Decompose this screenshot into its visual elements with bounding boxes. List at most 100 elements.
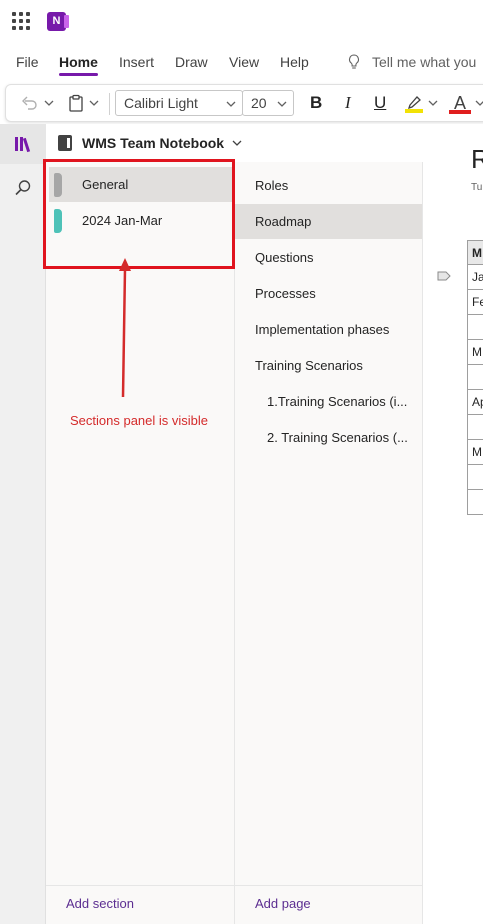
tab-insert[interactable]: Insert — [119, 54, 154, 70]
chevron-down-icon — [89, 100, 99, 106]
lightbulb-icon — [349, 54, 359, 69]
undo-icon — [22, 96, 37, 110]
section-color-tab — [54, 173, 62, 197]
notebook-title: WMS Team Notebook — [82, 135, 225, 151]
font-size-value: 20 — [251, 95, 267, 111]
table-cell[interactable] — [467, 489, 483, 515]
tab-file[interactable]: File — [16, 54, 39, 70]
clipboard-icon — [69, 94, 83, 112]
table-cell[interactable]: Ap — [467, 389, 483, 415]
panel-footer-divider — [46, 885, 423, 886]
table-row: Fe — [467, 289, 483, 315]
table-row — [467, 314, 483, 340]
page-label: Implementation phases — [255, 322, 390, 337]
toolbar-divider — [109, 93, 110, 115]
onenote-logo: N — [47, 12, 69, 31]
page-label: Training Scenarios — [255, 358, 363, 373]
tell-me-search[interactable]: Tell me what you — [348, 54, 476, 70]
table-row: M — [467, 339, 483, 365]
tell-me-text: Tell me what you — [372, 54, 477, 70]
add-section-button[interactable]: Add section — [66, 896, 134, 911]
pages-panel: Roles Roadmap Questions Processes Implem… — [235, 162, 423, 924]
table-cell[interactable] — [467, 414, 483, 440]
table-cell[interactable] — [467, 364, 483, 390]
section-2024-jan-mar[interactable]: 2024 Jan-Mar — [49, 203, 233, 238]
table-row — [467, 364, 483, 390]
section-label: General — [82, 177, 129, 192]
chevron-down-icon — [428, 100, 438, 106]
search-button[interactable] — [0, 168, 46, 208]
add-page-button[interactable]: Add page — [255, 896, 311, 911]
page-date: Tu — [471, 182, 483, 193]
table-row — [467, 414, 483, 440]
chevron-down-icon — [226, 101, 236, 107]
highlight-button[interactable] — [404, 85, 438, 121]
table-row — [467, 489, 483, 515]
page-item[interactable]: Training Scenarios — [235, 348, 422, 383]
section-color-tab — [54, 209, 62, 233]
navigation-rail — [0, 124, 46, 924]
table-cell[interactable] — [467, 314, 483, 340]
chevron-down-icon — [475, 100, 483, 106]
italic-button[interactable]: I — [345, 93, 351, 113]
sections-panel: General 2024 Jan-Mar Add section — [46, 162, 235, 924]
search-icon — [15, 180, 31, 196]
home-toolbar: Calibri Light 20 B I U A — [5, 84, 483, 122]
section-general[interactable]: General — [49, 167, 233, 202]
page-label: Roles — [255, 178, 289, 193]
table-cell[interactable]: M — [467, 240, 483, 265]
table-row — [467, 464, 483, 490]
page-canvas[interactable]: R Tu M Ja Fe M Ap M — [423, 124, 483, 924]
ribbon-tabs: File Home Insert Draw View Help Tell me … — [0, 46, 483, 80]
page-label: Questions — [255, 250, 314, 265]
notebooks-button[interactable] — [0, 124, 46, 164]
font-color-swatch — [449, 110, 471, 114]
title-bar: N — [0, 0, 483, 44]
tab-help[interactable]: Help — [280, 54, 309, 70]
page-item[interactable]: Implementation phases — [235, 312, 422, 347]
page-item[interactable]: Roadmap — [235, 204, 422, 239]
tab-home[interactable]: Home — [59, 54, 98, 76]
page-item[interactable]: Questions — [235, 240, 422, 275]
font-color-button[interactable]: A — [449, 85, 483, 121]
table-row: M — [467, 240, 483, 265]
table-cell[interactable]: M — [467, 339, 483, 365]
app-launcher-icon[interactable] — [12, 12, 30, 30]
page-label: 1.Training Scenarios (i... — [267, 394, 408, 409]
bold-button[interactable]: B — [310, 93, 322, 113]
undo-button[interactable] — [20, 85, 54, 121]
chevron-down-icon — [44, 100, 54, 106]
table-row: M — [467, 439, 483, 465]
table-cell[interactable] — [467, 464, 483, 490]
table-row: Ja — [467, 264, 483, 290]
subpage-item[interactable]: 2. Training Scenarios (... — [235, 420, 422, 455]
tag-icon[interactable] — [437, 271, 451, 281]
tab-draw[interactable]: Draw — [175, 54, 208, 70]
roadmap-table[interactable]: M Ja Fe M Ap M — [467, 240, 483, 515]
section-label: 2024 Jan-Mar — [82, 213, 163, 228]
page-label: Roadmap — [255, 214, 312, 229]
page-title[interactable]: R — [471, 144, 483, 175]
table-cell[interactable]: M — [467, 439, 483, 465]
page-label: 2. Training Scenarios (... — [267, 430, 408, 445]
font-size-select[interactable]: 20 — [242, 90, 294, 116]
font-name-select[interactable]: Calibri Light — [115, 90, 243, 116]
chevron-down-icon — [232, 140, 242, 146]
paste-button[interactable] — [67, 85, 99, 121]
page-item[interactable]: Processes — [235, 276, 422, 311]
table-cell[interactable]: Fe — [467, 289, 483, 315]
chevron-down-icon — [277, 101, 287, 107]
table-cell[interactable]: Ja — [467, 264, 483, 290]
table-row: Ap — [467, 389, 483, 415]
library-icon — [15, 137, 31, 153]
notebook-selector[interactable]: WMS Team Notebook — [46, 124, 423, 162]
highlighter-icon — [405, 96, 423, 113]
page-item[interactable]: Roles — [235, 168, 422, 203]
notebook-icon — [58, 135, 72, 151]
page-label: Processes — [255, 286, 316, 301]
underline-button[interactable]: U — [374, 93, 386, 113]
subpage-item[interactable]: 1.Training Scenarios (i... — [235, 384, 422, 419]
annotation-label: Sections panel is visible — [70, 413, 209, 428]
tab-view[interactable]: View — [229, 54, 259, 70]
font-name-value: Calibri Light — [124, 95, 198, 111]
